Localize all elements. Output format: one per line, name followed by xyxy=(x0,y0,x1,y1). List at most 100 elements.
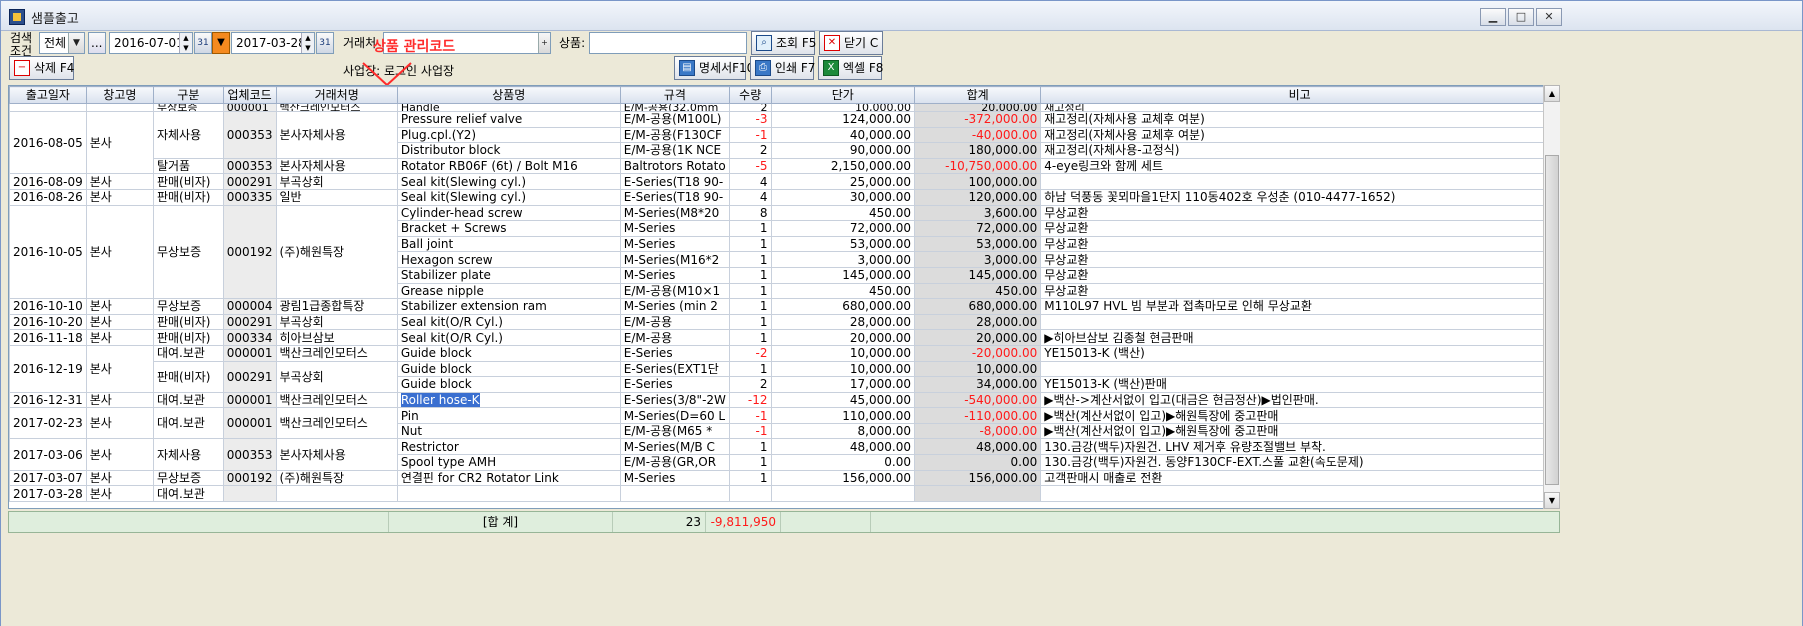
cell-vendor-code[interactable]: 000001 xyxy=(222,391,277,409)
cell-product[interactable] xyxy=(396,485,621,502)
cell-total[interactable]: 10,000.00 xyxy=(913,360,1042,378)
column-header-10[interactable]: 비고 xyxy=(1040,86,1559,104)
cell-vendor-code[interactable]: 000004 xyxy=(222,298,277,315)
cell-spec[interactable]: M-Series xyxy=(619,220,730,237)
cell-price[interactable]: 450.00 xyxy=(770,204,915,222)
cell-vendor-name[interactable]: 백산크레인모터스 xyxy=(275,103,398,112)
cell-vendor-name[interactable]: 부곡상회 xyxy=(275,360,398,393)
column-header-2[interactable]: 구분 xyxy=(152,86,224,104)
cell-kind[interactable]: 무상보증 xyxy=(152,469,224,487)
cell-price[interactable]: 156,000.00 xyxy=(770,469,915,487)
cell-total[interactable]: 34,000.00 xyxy=(913,376,1042,393)
cell-price[interactable]: 3,000.00 xyxy=(770,251,915,268)
cell-spec[interactable]: M-Series xyxy=(619,266,730,284)
cell-total[interactable]: -40,000.00 xyxy=(913,126,1042,144)
cell-qty[interactable]: 4 xyxy=(728,173,772,190)
cell-vendor-code[interactable]: 000353 xyxy=(222,157,277,175)
table-row[interactable]: 2017-03-28 본사 대여.보관 xyxy=(9,485,1559,502)
cell-note[interactable]: 무상교환 xyxy=(1040,251,1559,268)
column-header-7[interactable]: 수량 xyxy=(728,86,772,104)
print-button[interactable]: ⎙ 인쇄 F7 xyxy=(750,56,815,80)
cell-qty[interactable]: 2 xyxy=(728,103,772,112)
cell-vendor-name[interactable]: 백산크레인모터스 xyxy=(275,391,398,409)
cell-spec[interactable]: E-Series xyxy=(619,376,730,393)
column-header-9[interactable]: 합계 xyxy=(913,86,1042,104)
cell-kind[interactable]: 판매(비자) xyxy=(152,329,224,346)
cell-kind[interactable]: 판매(비자) xyxy=(152,173,224,190)
cell-product[interactable]: Ball joint xyxy=(396,235,621,253)
cell-note[interactable]: 무상교환 xyxy=(1040,220,1559,237)
table-row[interactable]: 2016-10-20 본사 판매(비자) 000291 부곡상회 Seal kit(O/R… xyxy=(9,313,1559,331)
cell-spec[interactable]: E-Series(EXT1단 xyxy=(619,360,730,378)
cell-location[interactable]: 본사 xyxy=(85,110,154,175)
cell-note[interactable]: 4-eye링크와 함께 세트 xyxy=(1040,157,1559,175)
cell-product[interactable]: Roller hose-K xyxy=(396,391,621,409)
cell-qty[interactable]: -3 xyxy=(728,111,772,128)
table-row[interactable]: 2016-10-10 본사 무상보증 000004 광림1급종합특장 Stabilizer… xyxy=(9,298,1559,315)
cell-qty[interactable]: -1 xyxy=(728,407,772,424)
excel-button[interactable]: X 엑셀 F8 xyxy=(818,56,883,80)
cell-price[interactable]: 110,000.00 xyxy=(770,407,915,424)
cell-date[interactable]: 2016-11-18 xyxy=(9,329,87,346)
cell-spec[interactable]: E-Series(T18 90- xyxy=(619,173,730,190)
cell-note[interactable]: 무상교환 xyxy=(1040,282,1559,300)
cell-spec[interactable]: M-Series(M16*2 xyxy=(619,251,730,268)
cell-price[interactable]: 10,000.00 xyxy=(770,360,915,378)
cell-qty[interactable]: 1 xyxy=(728,298,772,315)
cell-price[interactable]: 8,000.00 xyxy=(770,422,915,440)
cell-product[interactable]: Pressure relief valve xyxy=(396,111,621,128)
cell-location[interactable]: 본사 xyxy=(85,204,154,300)
cell-location[interactable]: 본사 xyxy=(85,485,154,502)
column-header-3[interactable]: 업체코드 xyxy=(222,86,277,104)
cell-qty[interactable]: 1 xyxy=(728,454,772,471)
cell-qty[interactable]: -12 xyxy=(728,391,772,409)
cell-spec[interactable]: E/M-공용 xyxy=(619,313,730,331)
cell-vendor-code[interactable]: 000353 xyxy=(222,438,277,471)
cell-spec[interactable]: E/M-공용(M65 * xyxy=(619,422,730,440)
cell-date[interactable]: 2016-10-05 xyxy=(9,204,87,300)
cell-total[interactable]: -540,000.00 xyxy=(913,391,1042,409)
chevron-down-icon[interactable]: ▼ xyxy=(68,33,84,53)
cell-date[interactable]: 2017-02-23 xyxy=(9,407,87,440)
cell-spec[interactable] xyxy=(619,485,730,502)
cell-price[interactable]: 53,000.00 xyxy=(770,235,915,253)
cell-product[interactable]: Guide block xyxy=(396,376,621,393)
shipment-grid[interactable]: 출고일자 창고명 구분 업체코드 거래처명 상품명 규격 수량 단가 합계 비고 무상보증 00000… xyxy=(8,85,1560,509)
cell-location[interactable]: 본사 xyxy=(85,438,154,471)
cell-vendor-code[interactable]: 000001 xyxy=(222,103,277,112)
cell-product[interactable]: Spool type AMH xyxy=(396,454,621,471)
minimize-button[interactable]: ▁ xyxy=(1480,8,1506,26)
cell-price[interactable]: 450.00 xyxy=(770,282,915,300)
table-row[interactable]: 무상보증 000001 백산크레인모터스 Handle E/M-공용(32.0mm 2 10… xyxy=(9,103,1559,112)
cell-kind[interactable]: 판매(비자) xyxy=(152,313,224,331)
cell-total[interactable]: -8,000.00 xyxy=(913,422,1042,440)
cell-vendor-code[interactable]: 000001 xyxy=(222,407,277,440)
cell-qty[interactable]: -2 xyxy=(728,344,772,362)
cell-note[interactable]: ▶백산(계산서없이 입고)▶해원특장에 중고판매 xyxy=(1040,407,1559,424)
table-row[interactable]: 2016-08-26 본사 판매(비자) 000335 일반 Seal kit(Slewi… xyxy=(9,188,1559,206)
cell-note[interactable]: 재고정리(자체사용-고정식) xyxy=(1040,142,1559,159)
cell-qty[interactable]: 1 xyxy=(728,266,772,284)
cell-location[interactable]: 본사 xyxy=(85,313,154,331)
cell-vendor-name[interactable]: 부곡상회 xyxy=(275,313,398,331)
cell-kind[interactable]: 무상보증 xyxy=(152,204,224,300)
cell-price[interactable] xyxy=(770,485,915,502)
cell-qty[interactable]: 1 xyxy=(728,220,772,237)
cell-vendor-code[interactable] xyxy=(222,485,277,502)
scroll-down-icon[interactable]: ▼ xyxy=(1544,492,1560,509)
cell-kind[interactable]: 탈거품 xyxy=(152,157,224,175)
cell-spec[interactable]: E/M-공용(32.0mm xyxy=(619,103,730,112)
cell-qty[interactable]: 1 xyxy=(728,251,772,268)
cell-vendor-name[interactable]: 백산크레인모터스 xyxy=(275,344,398,362)
cell-note[interactable]: 130.금강(백두)자원건. 동양F130CF-EXT.스풀 교환(속도문제) xyxy=(1040,454,1559,471)
cell-vendor-code[interactable]: 000291 xyxy=(222,360,277,393)
cell-vendor-code[interactable]: 000001 xyxy=(222,344,277,362)
cell-date[interactable]: 2016-08-26 xyxy=(9,188,87,206)
cell-qty[interactable]: 4 xyxy=(728,188,772,206)
cell-total[interactable]: 680,000.00 xyxy=(913,298,1042,315)
column-header-0[interactable]: 출고일자 xyxy=(9,86,87,104)
cell-price[interactable]: 30,000.00 xyxy=(770,188,915,206)
table-row[interactable]: 2016-11-18 본사 판매(비자) 000334 히아브삼보 Seal kit(O/… xyxy=(9,329,1559,346)
cell-vendor-name[interactable]: 본사자체사용 xyxy=(275,111,398,159)
cell-spec[interactable]: E/M-공용(1K NCE xyxy=(619,142,730,159)
